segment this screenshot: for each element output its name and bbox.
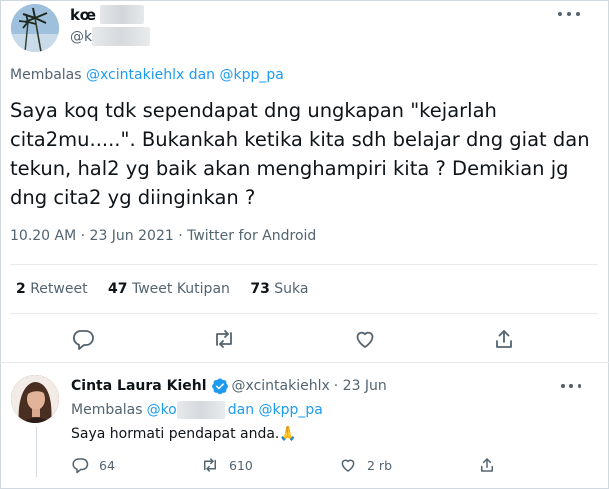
tweet-actions — [0, 327, 609, 353]
reply-count: 64 — [99, 457, 115, 473]
like-icon[interactable] — [339, 456, 357, 474]
reply-timestamp[interactable]: · 23 Jun — [334, 378, 387, 394]
verified-badge-icon — [211, 377, 229, 395]
reply-icon[interactable] — [71, 456, 89, 474]
like-stat[interactable]: 73 Suka — [250, 281, 308, 297]
tweet-stats: 2 Retweet 47 Tweet Kutipan 73 Suka — [16, 281, 325, 297]
author-avatar[interactable] — [11, 4, 59, 52]
reply-more-icon[interactable] — [561, 381, 581, 391]
reply-share-action[interactable] — [478, 456, 496, 474]
tweet-text: Saya koq tdk sependapat dng ungkapan "ke… — [10, 99, 590, 209]
tweet-meta[interactable]: 10.20 AM · 23 Jun 2021 · Twitter for And… — [10, 228, 316, 244]
author-name[interactable]: kœ — [70, 6, 96, 24]
reply-header: Cinta Laura Kiehl @xcintakiehlx · 23 Jun — [71, 377, 387, 395]
reply-mention-rest[interactable]: dan @kpp_pa — [228, 402, 323, 418]
divider — [10, 313, 598, 314]
thread-line — [36, 427, 37, 477]
reply-avatar[interactable] — [11, 375, 59, 423]
reply-replying-to: Membalas @ko dan @kpp_pa — [71, 401, 323, 419]
divider — [10, 264, 598, 265]
replying-to: Membalas @xcintakiehlx dan @kpp_pa — [10, 67, 284, 83]
like-icon[interactable] — [353, 327, 377, 351]
divider — [0, 362, 609, 363]
author-handle[interactable]: @k — [70, 29, 92, 45]
redacted-handle — [92, 27, 150, 46]
reply-author-name[interactable]: Cinta Laura Kiehl — [71, 378, 207, 394]
reply-retweet-action[interactable]: 610 — [201, 456, 253, 474]
like-count: 2 rb — [367, 457, 392, 473]
share-icon[interactable] — [478, 456, 496, 474]
retweet-icon[interactable] — [201, 456, 219, 474]
reply-icon[interactable] — [71, 327, 95, 351]
reply-mention-redacted[interactable]: @ko — [147, 402, 177, 418]
reply-text: Saya hormati pendapat anda.🙏 — [71, 426, 297, 442]
reply-like-action[interactable]: 2 rb — [339, 456, 392, 474]
replying-to-mentions[interactable]: @xcintakiehlx dan @kpp_pa — [86, 67, 284, 83]
redacted-name — [100, 5, 144, 24]
reply-replying-to-label: Membalas — [71, 402, 143, 418]
retweet-icon[interactable] — [212, 327, 236, 351]
more-icon[interactable] — [558, 5, 580, 23]
reply-author-handle[interactable]: @xcintakiehlx — [232, 378, 330, 394]
quote-stat[interactable]: 47 Tweet Kutipan — [108, 281, 230, 297]
reply-reply-action[interactable]: 64 — [71, 456, 115, 474]
replying-to-label: Membalas — [10, 67, 82, 83]
retweet-count: 610 — [229, 457, 253, 473]
redacted-mention — [176, 401, 225, 419]
retweet-stat[interactable]: 2 Retweet — [16, 281, 88, 297]
share-icon[interactable] — [492, 327, 516, 351]
